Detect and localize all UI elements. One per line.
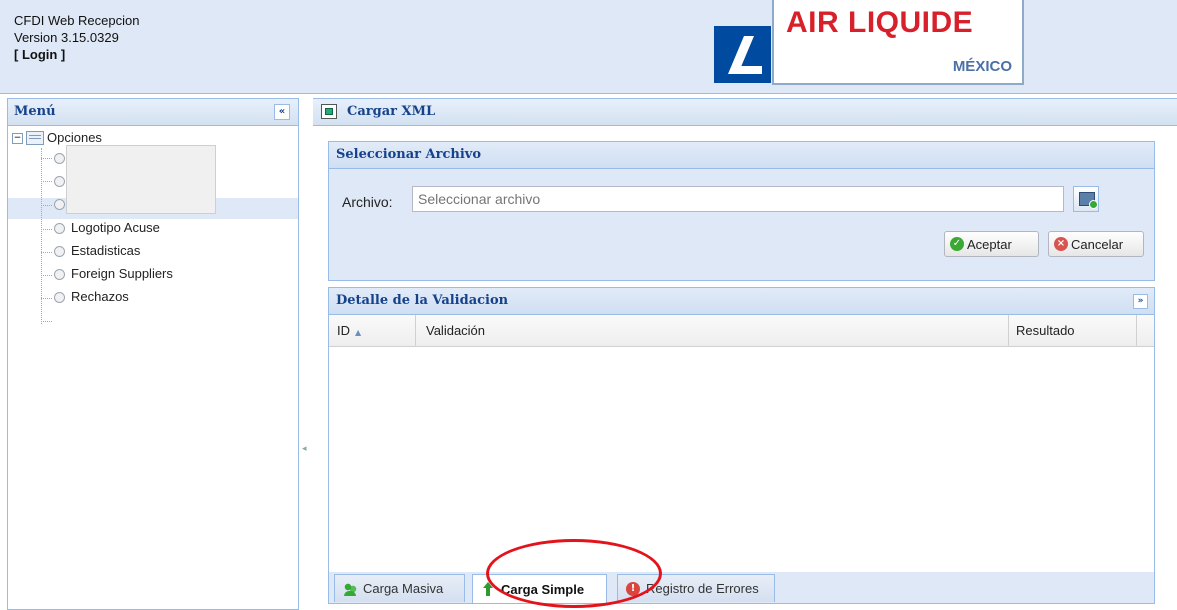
column-validacion-label: Validación [426, 323, 486, 338]
menu-header: Menú « [8, 99, 298, 126]
panel-splitter[interactable]: ◂ [300, 98, 310, 608]
app-title: CFDI Web Recepcion [14, 13, 140, 28]
redacted-area [66, 145, 216, 214]
tab-label: Carga Simple [501, 581, 585, 597]
tab-label: Carga Masiva [363, 581, 444, 596]
bottom-tabbar: Carga Masiva Carga Simple ! Registro de … [328, 572, 1155, 604]
tree-item-label: Rechazos [71, 289, 129, 304]
column-id-label: ID [337, 323, 350, 338]
tree-item-label: Estadisticas [71, 243, 141, 258]
sort-asc-icon: ▲ [355, 328, 362, 337]
grid-header: ID ▲ Validación Resultado [329, 315, 1154, 347]
collapse-node-icon[interactable]: − [12, 132, 23, 144]
file-section-title: Seleccionar Archivo [329, 142, 1154, 169]
node-radio-icon [54, 175, 65, 187]
validation-title: Detalle de la Validacion » [329, 288, 1154, 315]
file-input[interactable] [412, 186, 1064, 212]
tab-label: Registro de Errores [646, 581, 759, 596]
tree-connector [41, 158, 52, 159]
tree-item-logotipo-acuse[interactable]: Logotipo Acuse [54, 218, 160, 238]
upload-arrow-icon [481, 582, 495, 596]
tree-connector [41, 321, 52, 322]
tree-item-estadisticas[interactable]: Estadisticas [54, 241, 140, 261]
main-header: Cargar XML [313, 98, 1177, 126]
tree-item-foreign-suppliers[interactable]: Foreign Suppliers [54, 264, 173, 284]
error-icon: ! [626, 581, 640, 596]
splitter-grip-icon[interactable]: ◂ [302, 444, 307, 454]
node-radio-icon [54, 268, 65, 280]
validation-grid: Detalle de la Validacion » ID ▲ Validació… [328, 287, 1155, 574]
accept-label: Aceptar [967, 236, 1012, 252]
cancel-button[interactable]: × Cancelar [1048, 231, 1144, 257]
node-radio-icon [54, 152, 65, 164]
tree-connector [41, 275, 52, 276]
column-validacion[interactable]: Validación [416, 315, 1009, 346]
app-version: Version 3.15.0329 [14, 30, 119, 45]
node-radio-icon [54, 291, 65, 303]
brand-name: AIR LIQUIDE [786, 6, 974, 39]
users-icon [343, 581, 357, 596]
accept-button[interactable]: ✓ Aceptar [944, 231, 1039, 257]
node-radio-icon [54, 222, 65, 234]
tree-connector [41, 229, 52, 230]
file-select-section: Seleccionar Archivo Archivo: ✓ Aceptar ×… [328, 141, 1155, 281]
node-radio-icon [54, 198, 65, 210]
cancel-icon: × [1054, 237, 1068, 251]
brand-country: MÉXICO [952, 58, 1012, 75]
tree-connector [41, 205, 52, 206]
main-panel: Cargar XML Seleccionar Archivo Archivo: … [313, 98, 1177, 608]
column-resultado[interactable]: Resultado [1009, 315, 1137, 346]
file-field-label: Archivo: [342, 194, 393, 210]
tree-item-rechazos[interactable]: Rechazos [54, 287, 129, 307]
brand-logo: AIR LIQUIDE MÉXICO [714, 0, 1024, 92]
app-info: CFDI Web Recepcion Version 3.15.0329 [ L… [14, 12, 139, 63]
tree-connector [41, 252, 52, 253]
browse-file-button[interactable] [1073, 186, 1099, 212]
node-radio-icon [54, 245, 65, 257]
brand-frame: AIR LIQUIDE MÉXICO [772, 0, 1024, 85]
tab-registro-errores[interactable]: ! Registro de Errores [617, 574, 775, 602]
folder-icon [26, 131, 44, 145]
validation-title-text: Detalle de la Validacion [336, 293, 509, 308]
app-header: CFDI Web Recepcion Version 3.15.0329 [ L… [0, 0, 1177, 94]
check-icon: ✓ [950, 237, 964, 251]
xml-file-icon [321, 104, 337, 119]
main-title: Cargar XML [347, 104, 436, 119]
login-link[interactable]: [ Login ] [14, 46, 139, 63]
menu-panel: Menú « − Opciones Logotipo Acuse Estadis… [7, 98, 299, 610]
tree-connector [41, 181, 52, 182]
tree-item-label: Foreign Suppliers [71, 266, 173, 281]
brand-mark-icon [728, 36, 762, 74]
menu-title: Menú [14, 104, 56, 119]
double-chevron-down-icon[interactable]: » [1133, 294, 1148, 309]
column-resultado-label: Resultado [1016, 323, 1075, 338]
cancel-label: Cancelar [1071, 236, 1124, 252]
tab-carga-simple[interactable]: Carga Simple [472, 574, 607, 603]
brand-mark [714, 26, 771, 83]
tab-carga-masiva[interactable]: Carga Masiva [334, 574, 465, 602]
grid-body [329, 346, 1154, 573]
tree-item-label: Logotipo Acuse [71, 220, 160, 235]
tree-connector [41, 298, 52, 299]
browse-file-icon [1079, 192, 1098, 209]
double-chevron-left-icon[interactable]: « [274, 104, 290, 120]
column-id[interactable]: ID ▲ [329, 315, 416, 346]
